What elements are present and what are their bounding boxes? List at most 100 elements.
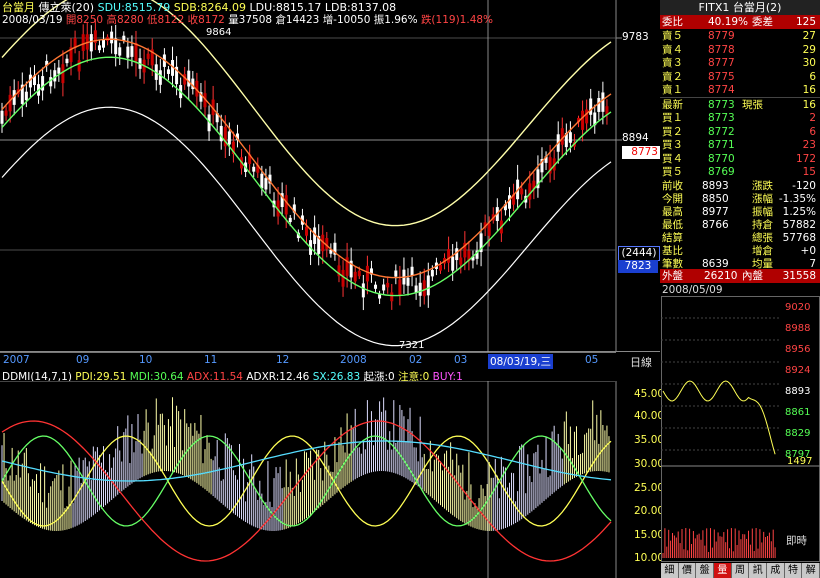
ldb-value: LDB:8137.08 [324,1,397,14]
high-value: 高8280 [106,14,144,26]
stat-value: 7 [809,258,816,270]
dmi-axis-label: 25.00 [634,482,665,494]
stat-label: 最低 [662,219,683,231]
quote-title: FITX1 台當月(2) [660,0,820,15]
time-label: 12 [276,354,290,366]
band-upper-outer [1,0,612,227]
candle-body [426,275,430,296]
tab-5[interactable]: 訊 [749,563,768,578]
time-label: 10 [139,354,153,366]
candle-body [57,67,61,74]
candle-body [130,46,134,57]
time-axis[interactable]: 2007 09 10 11 12 2008 02 03 08/03/19,三 0… [0,352,616,369]
bid-row: 買３ 8771 23 [660,138,820,152]
bid-price: 8770 [708,152,735,165]
bid-price: 8769 [708,166,735,179]
candle-body [4,110,8,116]
dmi-axis-label: 20.00 [634,505,665,517]
candle-body [430,270,434,277]
bid-qty: 15 [802,166,816,179]
bid-qty: 2 [809,112,816,124]
mini-vol-label: 1497 [787,456,813,467]
tab-0[interactable]: 細 [661,563,679,578]
dmi-axis-label: 35.00 [634,434,665,446]
stat-row: 最低 8766 持倉 57882 [660,218,820,232]
stat-label: 增倉 [752,245,773,257]
low-value: 低8122 [147,14,185,26]
outer-label: 外盤 [662,270,683,282]
candle-body [390,292,394,302]
ask-label: 賣１ [662,84,683,97]
bid-label: 買４ [662,152,683,165]
candle-body [97,45,101,51]
bid-price: 8771 [708,139,735,152]
ask-row: 賣３ 8777 30 [660,56,820,70]
current-price-tag: 8773 [622,146,660,159]
bar-date: 2008/03/19 [2,14,63,26]
dmi-chart[interactable] [0,381,660,578]
bid-qty: 23 [802,139,816,152]
candle-body [410,266,414,276]
stat-label: 今開 [662,193,683,205]
stat-value: 8893 [702,180,729,192]
ask-price: 8778 [708,43,735,56]
bid-price: 8772 [708,125,735,138]
outer-inner-row: 外盤 26210 內盤 31558 [660,269,820,283]
tab-6[interactable]: 成 [767,563,785,578]
dmi-axis-label: 30.00 [634,458,665,470]
stat-label: 振幅 [752,206,773,218]
tab-4[interactable]: 周 [731,563,750,578]
candle-body [382,284,386,291]
candle-body [81,34,85,51]
ask-label: 賣４ [662,43,683,56]
low-mark: 7321 [399,340,425,351]
weibi-value: 40.19% [708,16,749,28]
candle-body [118,47,122,56]
stat-label: 結算 [662,232,683,244]
time-label: 09 [76,354,90,366]
candle-body [386,282,390,288]
stat-value: +0 [800,245,816,257]
tab-1[interactable]: 價 [678,563,697,578]
stat-value: -120 [792,180,816,192]
time-label: 03 [454,354,468,366]
candle-body [166,69,170,74]
dmi-axis-label: 45.00 [634,388,665,400]
candle-body [114,38,118,55]
outer-value: 26210 [704,270,738,282]
stat-label: 總張 [752,232,773,244]
bid-row: 買５ 8769 15 [660,165,820,179]
time-label: 2008 [340,354,367,366]
stat-row: 筆數 8639 均量 7 [660,257,820,271]
tab-2[interactable]: 盤 [696,563,715,578]
stat-value: 8766 [702,219,729,231]
stat-row: 最高 8977 振幅 1.25% [660,205,820,219]
candle-body [487,223,491,236]
candle-body [284,195,288,215]
time-label-selected: 08/03/19,三 [488,354,553,369]
candle-body [520,188,524,195]
ask-row: 賣１ 8774 16 [660,83,820,97]
dmi-axis-label: 10.00 [634,552,665,564]
weicha-label: 委差 [752,16,773,28]
tab-7[interactable]: 特 [784,563,803,578]
mini-price-label: 8924 [785,365,811,376]
ask-row: 賣５ 8779 27 [660,29,820,43]
time-label: 11 [204,354,218,366]
last-price: 8773 [708,99,735,111]
oi-change-value: 增-10050 [322,14,371,26]
ask-price: 8775 [708,70,735,83]
price-label-high: 9783 [622,31,649,43]
price-chart[interactable] [0,0,660,352]
candle-body [264,178,268,190]
tab-3[interactable]: 量 [714,563,732,578]
candle-body [394,270,398,277]
period-selector[interactable]: 日線 [630,354,652,370]
bid-price: 8773 [708,112,735,124]
tab-8[interactable]: 解 [802,563,820,578]
ask-price: 8777 [708,57,735,70]
now-vol-value: 16 [802,99,816,111]
price-label-mid: 8894 [622,132,649,144]
ldu-value: LDU:8815.17 [249,1,322,14]
dmi-axis-label: 15.00 [634,529,665,541]
